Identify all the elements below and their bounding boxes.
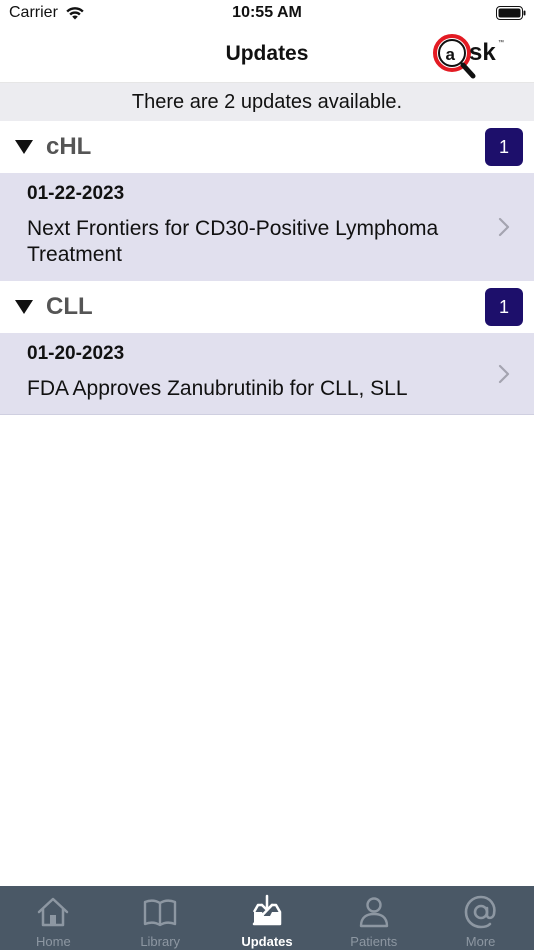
- update-title: FDA Approves Zanubrutinib for CLL, SLL: [27, 377, 408, 400]
- tab-bar: Home Library Updates Patients More: [0, 886, 534, 950]
- update-title: Next Frontiers for CD30-Positive Lymphom…: [27, 217, 439, 266]
- navigation-bar: Updates a sk ™: [0, 28, 534, 83]
- svg-text:™: ™: [498, 39, 504, 46]
- svg-text:sk: sk: [469, 39, 496, 66]
- chevron-right-icon: [498, 217, 510, 237]
- tab-home[interactable]: Home: [0, 886, 107, 950]
- tab-label: Home: [36, 934, 71, 949]
- update-count-badge: 1: [485, 288, 523, 326]
- section-header-chl[interactable]: cHL 1: [0, 121, 534, 173]
- updates-available-banner: There are 2 updates available.: [0, 83, 534, 121]
- status-bar: Carrier 10:55 AM: [0, 0, 534, 28]
- chevron-right-icon: [498, 364, 510, 384]
- update-item[interactable]: 01-22-2023 Next Frontiers for CD30-Posit…: [0, 173, 534, 282]
- update-date: 01-22-2023: [27, 183, 125, 204]
- book-icon: [143, 899, 177, 927]
- tab-label: Updates: [241, 934, 293, 949]
- at-icon: [464, 895, 496, 929]
- status-time: 10:55 AM: [232, 4, 302, 21]
- tab-label: Patients: [350, 934, 398, 949]
- section-header-cll[interactable]: CLL 1: [0, 281, 534, 333]
- tab-patients[interactable]: Patients: [320, 886, 427, 950]
- battery-icon: [496, 6, 526, 20]
- home-icon: [38, 897, 69, 927]
- update-count-badge: 1: [485, 128, 523, 166]
- tab-label: More: [465, 934, 496, 949]
- tab-label: Library: [140, 934, 181, 949]
- expand-triangle-icon: [14, 300, 34, 314]
- expand-triangle-icon: [14, 140, 34, 154]
- tab-updates[interactable]: Updates: [214, 886, 321, 950]
- inbox-download-icon: [252, 894, 282, 926]
- tab-library[interactable]: Library: [107, 886, 214, 950]
- ask-logo[interactable]: a sk ™: [432, 32, 510, 80]
- tab-more[interactable]: More: [427, 886, 534, 950]
- update-item[interactable]: 01-20-2023 FDA Approves Zanubrutinib for…: [0, 333, 534, 415]
- section-label: CLL: [46, 293, 93, 320]
- svg-text:a: a: [446, 45, 456, 64]
- person-icon: [359, 897, 388, 928]
- update-date: 01-20-2023: [27, 343, 125, 364]
- section-label: cHL: [46, 133, 92, 160]
